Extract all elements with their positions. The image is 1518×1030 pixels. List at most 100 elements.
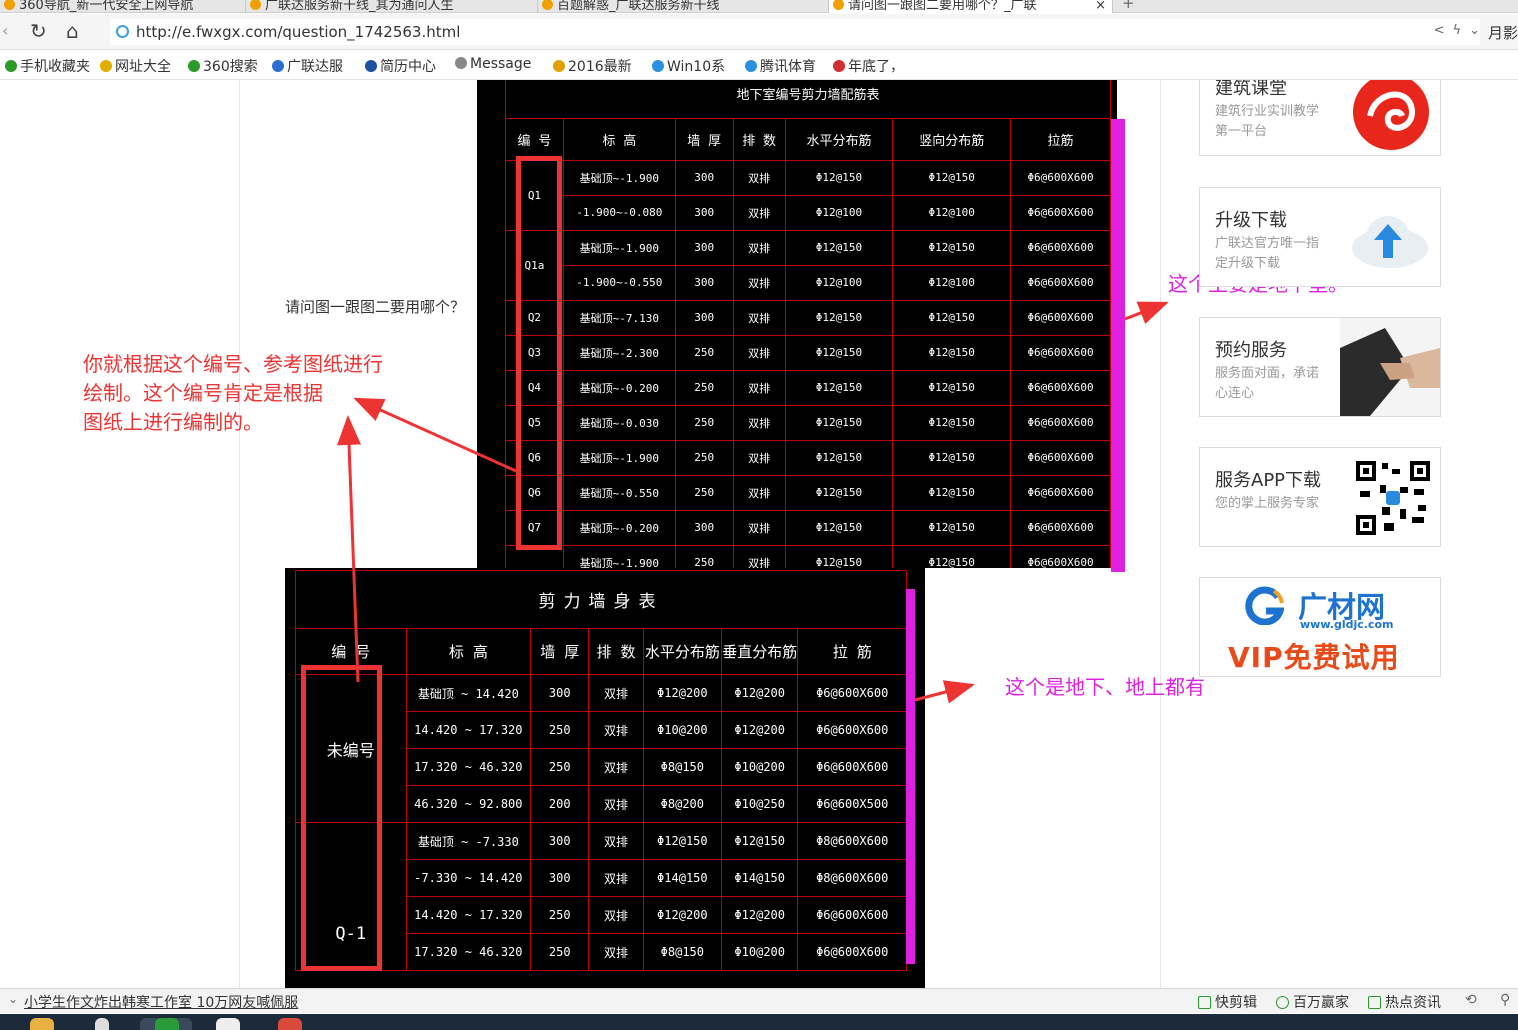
tab-360[interactable]: 360导航_新一代安全上网导航 [0,0,245,13]
bookmark-label: 网址大全 [115,59,171,75]
bookmark-label: Message [470,56,532,72]
bookmarks-bar: 手机收藏夹 网址大全 360搜索 广联达服 简历中心 Message 2016最新 Win10… [0,51,1518,80]
card-building-class[interactable]: 建筑课堂 建筑行业实训教学第一平台 [1199,80,1441,156]
gldjc-logo-icon [1245,586,1284,625]
card-app-download[interactable]: 服务APP下载 您的掌上服务专家 [1199,447,1441,547]
bookmark-label: 手机收藏夹 [20,59,90,75]
bookmark-item[interactable]: 简历中心 [365,56,436,76]
news-ticker-link[interactable]: 小学生作文炸出韩寒工作室 10万网友喊佩服 [24,992,298,1012]
bookmark-item[interactable]: Message [455,56,531,72]
news-icon [1368,996,1381,1009]
360-browser-icon [155,1018,179,1030]
bookmark-label: 广联达服 [287,59,343,75]
card-title: 建筑课堂 [1215,80,1287,99]
card-title: 预约服务 [1215,340,1287,361]
bookmark-item[interactable]: Win10系 [652,56,725,76]
card-title: 服务APP下载 [1215,470,1322,491]
red-swirl-icon [1353,80,1429,150]
card-upgrade-download[interactable]: 升级下载 广联达官方唯一指定升级下载 [1199,187,1441,287]
bookmark-item[interactable]: 手机收藏夹 [5,56,90,76]
bookmark-icon [5,60,17,72]
annotation-main: 你就根据这个编号、参考图纸进行 绘制。这个编号肯定是根据 图纸上进行编制的。 [83,350,383,437]
app-icon[interactable] [278,1018,302,1030]
bookmark-icon [100,60,112,72]
arrow-to-all-floors-note [914,680,975,704]
tab-favicon-icon [542,0,553,10]
bookmark-label: Win10系 [667,59,726,75]
quick-edit-icon [1198,996,1211,1009]
bookmark-label: 2016最新 [568,59,632,75]
new-tab-button[interactable]: + [1122,0,1135,12]
bookmark-icon [455,57,467,69]
status-item-label: 快剪辑 [1215,995,1257,1011]
bookmark-label: 简历中心 [380,59,436,75]
pin-icon[interactable]: ⚲ [1500,992,1510,1008]
ad-domain: www.gldjc.com [1300,618,1394,631]
card-desc: 广联达官方唯一指定升级下载 [1215,236,1320,271]
url-field[interactable]: http://e.fwxgx.com/question_1742563.html [110,19,1480,45]
card-desc: 您的掌上服务专家 [1215,496,1320,511]
hot-news-button[interactable]: 热点资讯 [1368,992,1441,1012]
site-icon [116,25,129,38]
app-icon[interactable] [216,1018,240,1030]
card-desc: 建筑行业实训教学第一平台 [1215,104,1320,139]
bookmark-icon [652,60,664,72]
tab-label: 广联达服务新干线_其为通问人生 [265,0,454,13]
back-icon[interactable]: ‹ [2,20,8,42]
bookmark-item[interactable]: 360搜索 [188,56,258,76]
handshake-icon [1340,318,1440,416]
tab-qa[interactable]: 百题解惑_广联达服务新干线 [537,0,827,13]
bookmark-item[interactable]: 网址大全 [100,56,171,76]
status-bar: ⌄ 小学生作文炸出韩寒工作室 10万网友喊佩服 快剪辑 百万赢家 热点资讯 ⟲ … [0,988,1518,1013]
qr-code-icon[interactable] [1356,461,1430,535]
folder-icon[interactable] [30,1018,54,1030]
bookmark-icon [188,60,200,72]
home-icon[interactable]: ⌂ [66,20,79,42]
tab-favicon-icon [250,0,261,10]
tab-label: 360导航_新一代安全上网导航 [19,0,194,13]
bookmark-label: 年底了， [848,59,904,75]
annotation-line: 图纸上进行编制的。 [83,410,263,434]
bookmark-icon [553,60,565,72]
annotation-above-below: 这个是地下、地上都有 [1005,675,1205,699]
card-desc: 服务面对面，承诺心连心 [1215,366,1320,401]
bookmark-item[interactable]: 腾讯体育 [745,56,816,76]
address-bar-row: ‹ ↻ ⌂ http://e.fwxgx.com/question_174256… [0,14,1518,50]
annotation-line: 你就根据这个编号、参考图纸进行 [83,352,383,376]
tab-favicon-icon [4,0,15,10]
share-lightning-icons[interactable]: <ϟ⌄ [1434,23,1488,38]
bookmark-item[interactable]: 广联达服 [272,56,343,76]
bookmark-icon [745,60,757,72]
tab-glodon-service[interactable]: 广联达服务新干线_其为通问人生 [245,0,535,13]
search-icon[interactable] [95,1018,109,1030]
million-winner-button[interactable]: 百万赢家 [1276,992,1349,1012]
status-item-label: 百万赢家 [1293,995,1349,1011]
chevron-down-icon[interactable]: ⌄ [8,992,18,1006]
ad-slogan: VIP免费试用 [1228,641,1400,674]
tab-label: 百题解惑_广联达服务新干线 [557,0,720,13]
close-tab-icon[interactable]: × [1095,0,1106,13]
tab-favicon-icon [833,0,844,10]
bookmark-icon [833,60,845,72]
user-name[interactable]: 月影 [1488,22,1518,43]
tab-active-question[interactable]: 请问图一跟图二要用哪个？_广联 × [828,0,1113,13]
cloud-upload-icon [1352,216,1428,268]
page-content: 请问图一跟图二要用哪个？ 地下室编号剪力墙配筋表编 号标 高墙 厚排 数水平分布… [0,80,1518,988]
bookmark-item[interactable]: 年底了， [833,56,904,76]
ad-gldjc-vip[interactable]: 广材网 www.gldjc.com VIP免费试用 [1199,577,1441,677]
url-text[interactable]: http://e.fwxgx.com/question_1742563.html [136,23,460,41]
arrow-to-note [337,415,362,683]
arrow-to-basement-note [1124,301,1169,324]
reload-icon[interactable]: ↻ [30,20,47,42]
refresh-icon[interactable]: ⟲ [1465,992,1477,1008]
bookmark-label: 腾讯体育 [760,59,816,75]
bookmark-icon [272,60,284,72]
status-item-label: 热点资讯 [1385,995,1441,1011]
bookmark-item[interactable]: 2016最新 [553,56,632,76]
play-icon [1276,996,1289,1009]
bookmark-label: 360搜索 [203,59,258,75]
quick-edit-button[interactable]: 快剪辑 [1198,992,1257,1012]
taskbar [0,1014,1518,1030]
tab-strip: 360导航_新一代安全上网导航 广联达服务新干线_其为通问人生 百题解惑_广联达… [0,0,1518,13]
card-appointment[interactable]: 预约服务 服务面对面，承诺心连心 [1199,317,1441,417]
